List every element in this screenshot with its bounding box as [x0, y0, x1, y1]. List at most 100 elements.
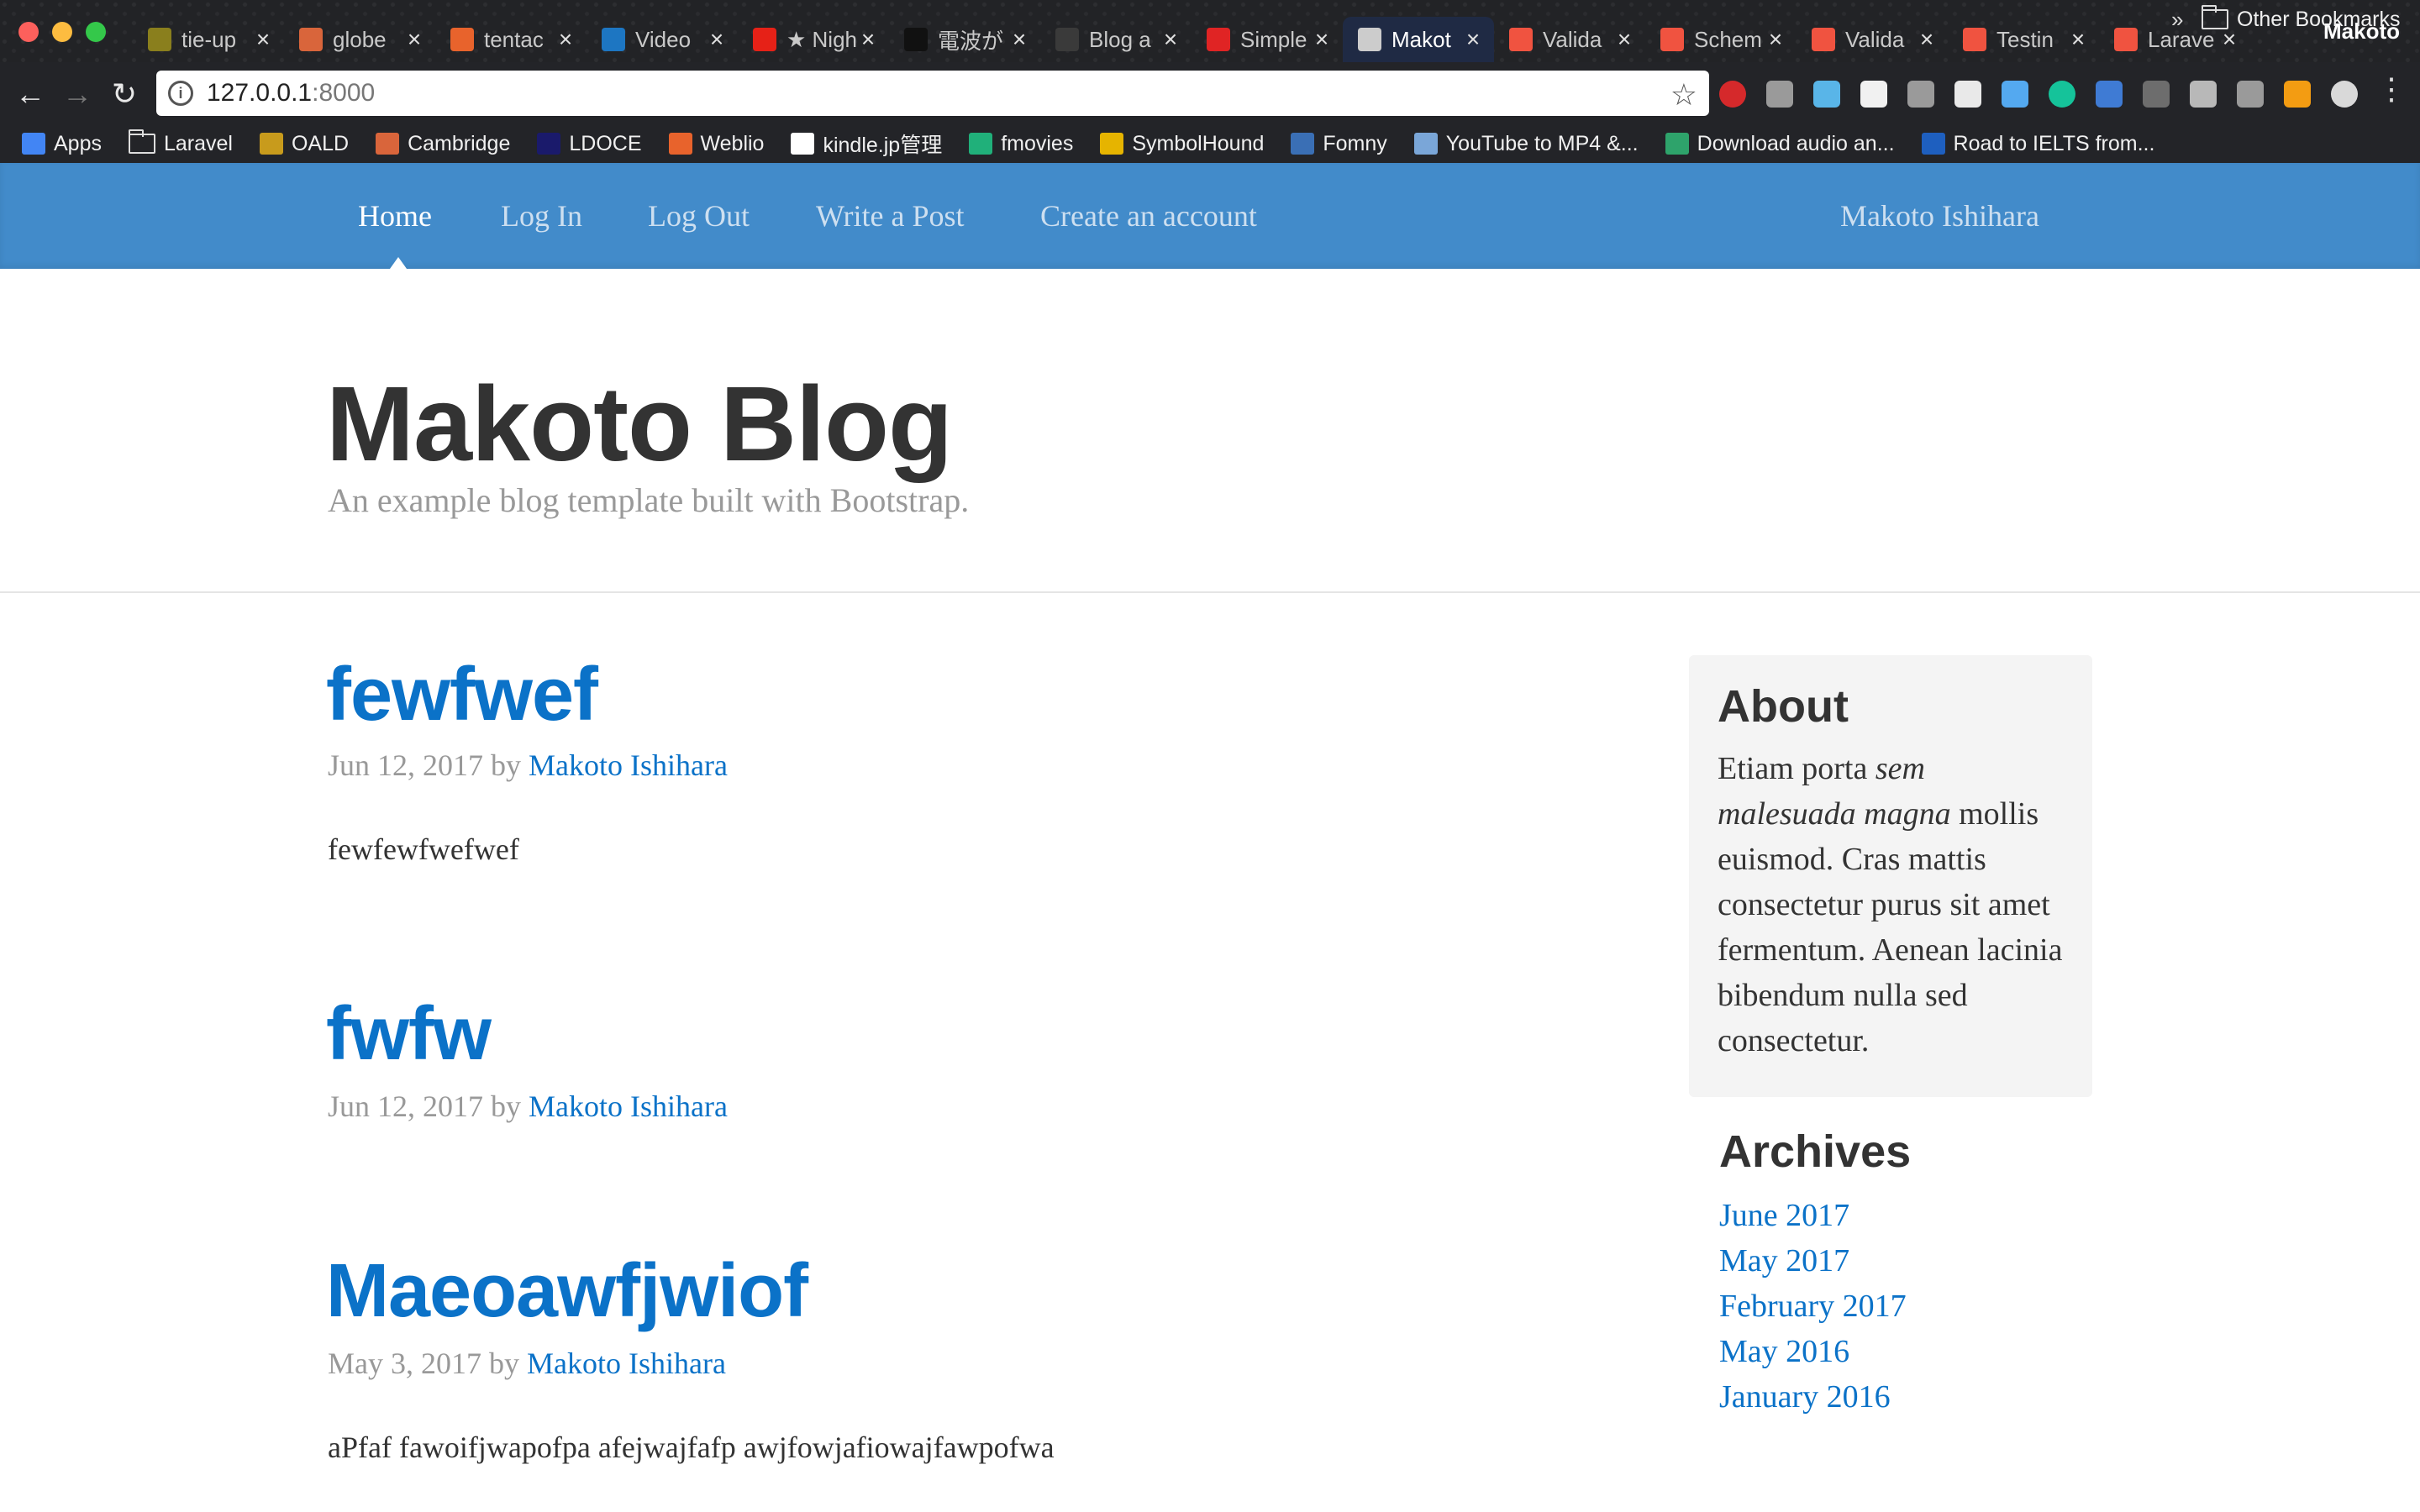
post-author-link[interactable]: Makoto Ishihara	[529, 1089, 728, 1123]
bookmark-item[interactable]: SymbolHound	[1100, 132, 1264, 156]
bookmark-item[interactable]: Fomny	[1291, 132, 1387, 156]
browser-tab[interactable]: Valida ×	[1494, 17, 1645, 62]
screen-icon[interactable]	[2237, 81, 2264, 108]
post-title[interactable]: fewfwef	[326, 652, 598, 738]
site-info-icon[interactable]: i	[168, 81, 193, 106]
window-maximize-button[interactable]	[86, 22, 106, 42]
tab-close-icon[interactable]: ×	[1008, 26, 1030, 53]
bookmark-item[interactable]: Laravel	[128, 129, 233, 156]
bookmarks-overflow-icon[interactable]: »	[2171, 7, 2183, 33]
nav-home-link[interactable]: Home	[358, 198, 432, 234]
bookmark-item[interactable]: Apps	[22, 132, 102, 156]
chrome-menu-icon[interactable]: ⋮	[2376, 74, 2407, 104]
browser-tab[interactable]: ★ Nigh ×	[738, 17, 889, 62]
window-close-button[interactable]	[18, 22, 39, 42]
grammarly-icon[interactable]	[2049, 81, 2075, 108]
mail-icon[interactable]	[1907, 81, 1934, 108]
bookmarks-bar: Apps Laravel OALD Cambridge LDOCE Weblio kindl…	[0, 124, 2420, 163]
tab-close-icon[interactable]: ×	[1916, 26, 1938, 53]
browser-tab[interactable]: tentac ×	[435, 17, 587, 62]
youtube-icon	[753, 28, 776, 51]
tab-title: Valida	[1543, 26, 1602, 52]
bookmark-item[interactable]: Road to IELTS from...	[1921, 132, 2154, 156]
nav-create-account-link[interactable]: Create an account	[1040, 198, 1257, 234]
address-bar[interactable]: i 127.0.0.1:8000 ☆	[156, 71, 1709, 116]
post-title[interactable]: fwfw	[326, 991, 492, 1078]
tab-close-icon[interactable]: ×	[706, 26, 728, 53]
tab-close-icon[interactable]: ×	[555, 26, 576, 53]
post-date: Jun 12, 2017	[328, 1089, 484, 1123]
bookmark-item[interactable]: YouTube to MP4 &...	[1413, 132, 1639, 156]
post-date: Jun 12, 2017	[328, 748, 484, 782]
evernote-icon[interactable]	[1954, 81, 1981, 108]
browser-toolbar: ← → ↻ i 127.0.0.1:8000 ☆ ⋮	[0, 62, 2420, 124]
forward-arrow-icon[interactable]: →	[59, 76, 96, 113]
note-icon[interactable]	[1860, 81, 1887, 108]
archive-link[interactable]: May 2017	[1719, 1238, 1907, 1284]
bookmark-item[interactable]: Weblio	[668, 131, 765, 156]
browser-tab[interactable]: Testin ×	[1948, 17, 2099, 62]
about-text-part: mollis euismod. Cras mattis consectetur …	[1718, 796, 2063, 1058]
browser-tab[interactable]: 電波が ×	[889, 17, 1040, 62]
diamond-icon[interactable]	[1813, 81, 1840, 108]
info-ext-icon[interactable]	[1766, 81, 1793, 108]
tab-close-icon[interactable]: ×	[2067, 26, 2089, 53]
bookmark-label: OALD	[291, 131, 350, 155]
bookmark-label: Weblio	[700, 131, 765, 155]
browser-tab[interactable]: Schem ×	[1645, 17, 1797, 62]
reload-icon[interactable]: ↻	[106, 76, 143, 113]
post-author-link[interactable]: Makoto Ishihara	[527, 1347, 726, 1380]
browser-tab[interactable]: Simple ×	[1192, 17, 1343, 62]
tab-close-icon[interactable]: ×	[857, 26, 879, 53]
fire-icon[interactable]	[2190, 81, 2217, 108]
nav-login-link[interactable]: Log In	[501, 198, 582, 234]
browser-tab[interactable]: Makot ×	[1343, 17, 1494, 62]
tab-title: Schem	[1694, 26, 1762, 52]
tab-close-icon[interactable]: ×	[252, 26, 274, 53]
chart-ext-icon[interactable]	[2284, 81, 2311, 108]
post-title[interactable]: Maeoawfjwiof	[326, 1248, 808, 1335]
tab-title: Simple	[1240, 26, 1307, 52]
window-minimize-button[interactable]	[52, 22, 72, 42]
bookmark-item[interactable]: Download audio an...	[1665, 132, 1895, 156]
bookmark-item[interactable]: fmovies	[969, 132, 1073, 156]
other-bookmarks-folder[interactable]: Other Bookmarks	[2202, 0, 2401, 39]
archive-link[interactable]: May 2016	[1719, 1329, 1907, 1374]
active-nav-caret	[390, 257, 407, 269]
browser-tab[interactable]: globe ×	[284, 17, 435, 62]
post-author-link[interactable]: Makoto Ishihara	[529, 748, 728, 782]
cloud-icon[interactable]	[2002, 81, 2028, 108]
browser-tab[interactable]: Blog a ×	[1040, 17, 1192, 62]
back-arrow-icon[interactable]: ←	[12, 76, 49, 113]
tab-close-icon[interactable]: ×	[1160, 26, 1181, 53]
tab-close-icon[interactable]: ×	[1462, 26, 1484, 53]
about-text: Etiam porta sem malesuada magna mollis e…	[1718, 746, 2064, 1063]
archive-link[interactable]: June 2017	[1719, 1193, 1907, 1238]
tab-close-icon[interactable]: ×	[1613, 26, 1635, 53]
adblock-plus-icon[interactable]	[1719, 81, 1746, 108]
nav-logout-link[interactable]: Log Out	[648, 198, 750, 234]
archive-link[interactable]: January 2016	[1719, 1374, 1907, 1420]
laravel-icon	[1660, 28, 1684, 51]
tab-close-icon[interactable]: ×	[403, 26, 425, 53]
bookmark-item[interactable]: Cambridge	[376, 132, 510, 156]
nav-user-link[interactable]: Makoto Ishihara	[1840, 198, 2039, 234]
browser-tab[interactable]: Video ×	[587, 17, 738, 62]
bookmark-item[interactable]: LDOCE	[537, 132, 642, 156]
weblio-favicon	[668, 133, 692, 155]
onetab-icon[interactable]	[2331, 81, 2358, 108]
tab-close-icon[interactable]: ×	[1311, 26, 1333, 53]
bookmark-item[interactable]: kindle.jp管理	[791, 129, 942, 159]
tab-title: globe	[333, 26, 387, 52]
archive-link[interactable]: February 2017	[1719, 1284, 1907, 1329]
recycle-icon[interactable]	[2143, 81, 2170, 108]
browser-tab[interactable]: Valida ×	[1797, 17, 1948, 62]
bookmark-item[interactable]: OALD	[259, 131, 350, 156]
bookmark-ext-icon[interactable]	[2096, 81, 2123, 108]
nav-write-post-link[interactable]: Write a Post	[816, 198, 965, 234]
tab-close-icon[interactable]: ×	[1765, 26, 1786, 53]
browser-tab[interactable]: tie-up ×	[133, 17, 284, 62]
bookmark-label: Cambridge	[408, 131, 511, 155]
bookmark-star-icon[interactable]: ☆	[1670, 77, 1697, 113]
youtube-mp4-favicon	[1413, 133, 1438, 155]
